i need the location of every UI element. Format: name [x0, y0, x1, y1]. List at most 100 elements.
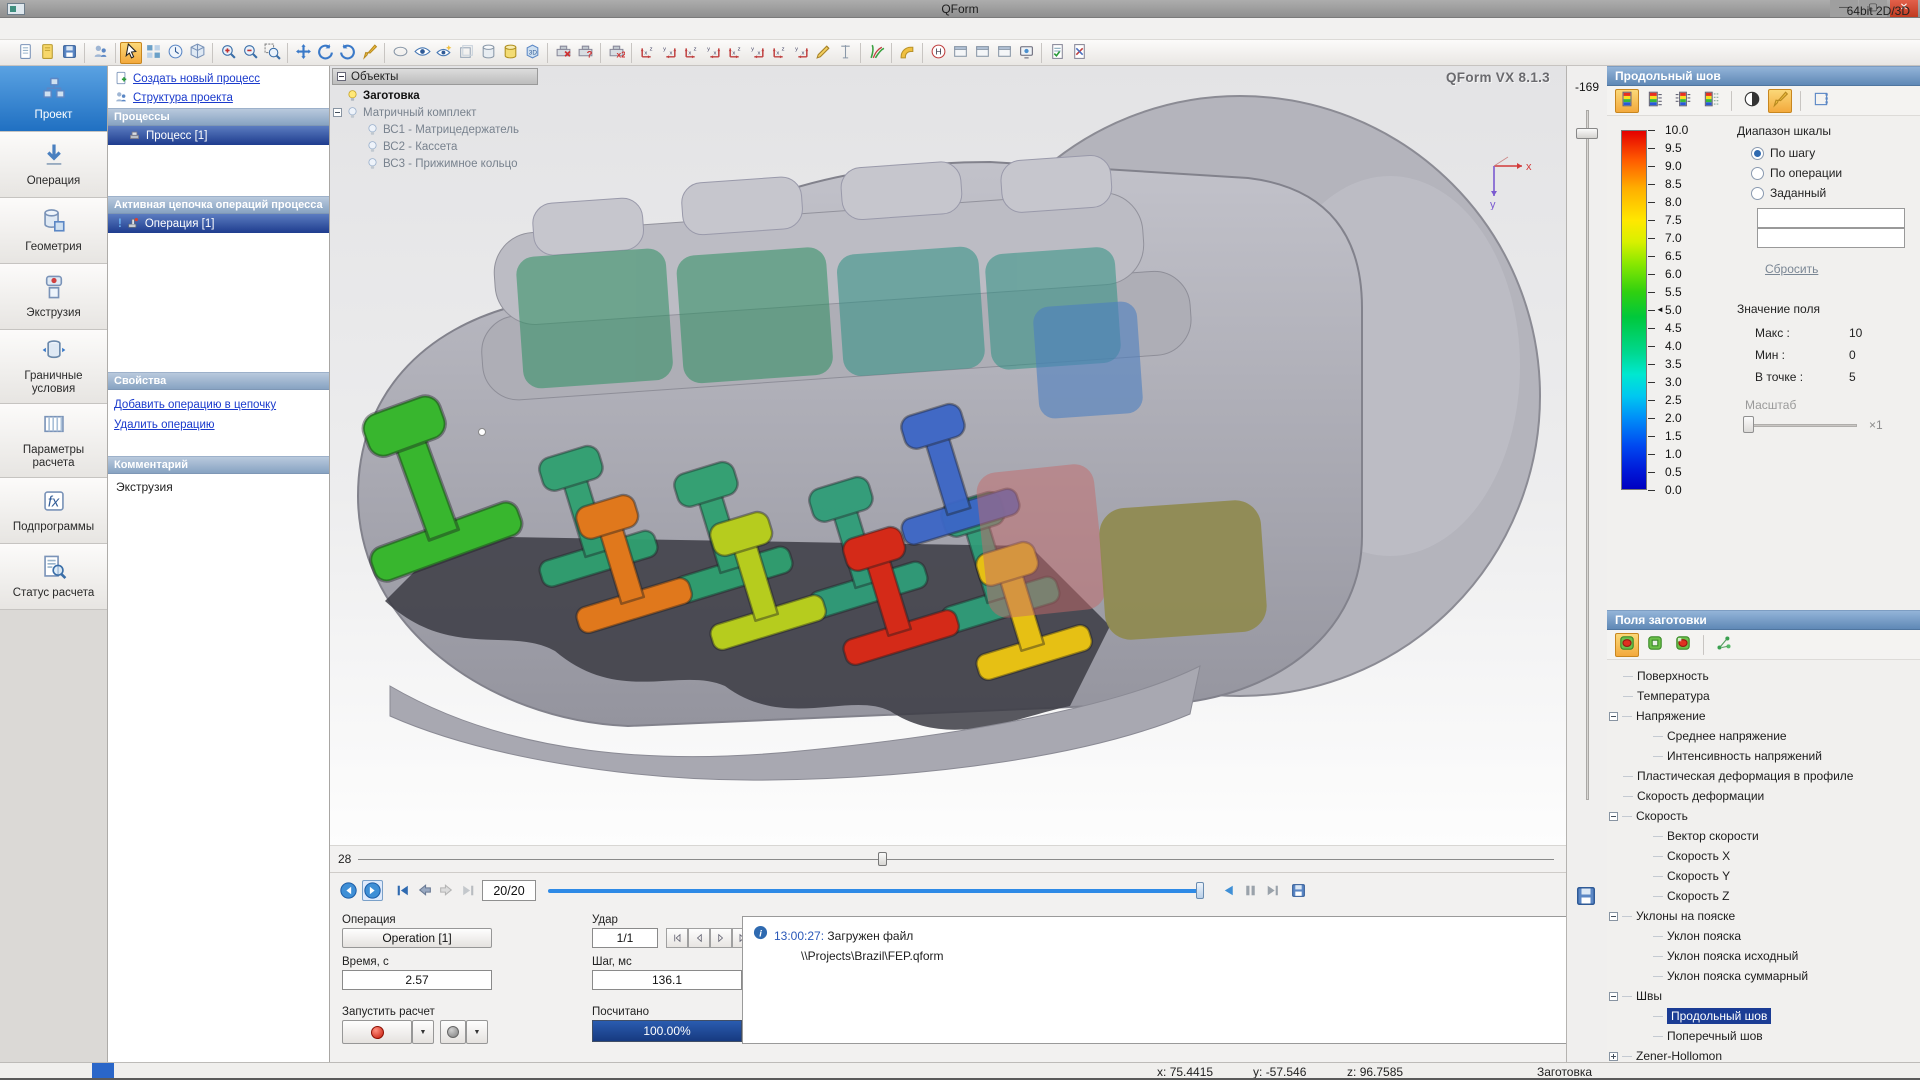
fields-tree-item[interactable]: Швы — [1607, 986, 1920, 1006]
last-frame-button[interactable] — [458, 880, 479, 901]
fields-tree-item[interactable]: Температура — [1607, 686, 1920, 706]
objects-tree-item[interactable]: Матричный комплект — [332, 104, 538, 121]
fields-tree-item[interactable]: Уклон пояска — [1607, 926, 1920, 946]
sidebar-item[interactable]: Граничные условия — [0, 330, 107, 404]
clip-plane-track[interactable] — [1586, 110, 1589, 800]
fields-tree-item[interactable]: Скорость Y — [1607, 866, 1920, 886]
start-simulation-button[interactable] — [342, 1020, 412, 1044]
show-objects[interactable] — [411, 42, 433, 64]
show-all[interactable] — [433, 42, 455, 64]
field-on-both[interactable] — [1671, 633, 1695, 657]
view-plane-zx[interactable]: zx — [636, 42, 658, 64]
fields-tree-item[interactable]: Уклоны на пояске — [1607, 906, 1920, 926]
bulbDim-icon[interactable] — [366, 140, 379, 153]
clip-region[interactable] — [1809, 89, 1833, 113]
menu-item[interactable] — [114, 26, 132, 32]
comment-text[interactable]: Экструзия — [108, 474, 329, 500]
field-on-source[interactable] — [1643, 633, 1667, 657]
fields-tree-item[interactable]: Продольный шов — [1607, 1006, 1920, 1026]
titlebar[interactable]: QForm — ▢ ✕ — [0, 0, 1920, 18]
show-tools[interactable] — [477, 42, 499, 64]
zoom-in[interactable] — [217, 42, 239, 64]
step-field[interactable]: 136.1 — [592, 970, 742, 990]
menu-item[interactable] — [60, 26, 78, 32]
save-view-button[interactable] — [1574, 884, 1600, 910]
manipulator[interactable] — [142, 42, 164, 64]
view-plane-kx[interactable]: zx — [768, 42, 790, 64]
view-plane-xz[interactable]: yx — [658, 42, 680, 64]
fields-tree-item[interactable]: Скорость деформации — [1607, 786, 1920, 806]
vector-scale-handle[interactable] — [1743, 416, 1754, 433]
sidebar-item[interactable]: fx Подпрограммы — [0, 478, 107, 544]
fields-tree-item[interactable]: Напряжение — [1607, 706, 1920, 726]
operation-select-button[interactable]: Operation [1] — [342, 928, 492, 948]
next-record-button[interactable] — [362, 880, 383, 901]
process-item[interactable]: Процесс [1] — [108, 126, 329, 145]
fields-tree-item[interactable]: Уклон пояска суммарный — [1607, 966, 1920, 986]
layout-single[interactable] — [949, 42, 971, 64]
fields-tree-item[interactable]: Скорость X — [1607, 846, 1920, 866]
scale-min-input[interactable] — [1757, 228, 1905, 248]
sidebar-item[interactable]: Проект — [0, 66, 107, 132]
viewport-3d[interactable]: Объекты Заготовка Матричный комплект — [330, 66, 1566, 845]
objects-tree-item[interactable]: Заготовка — [332, 87, 538, 104]
add-operation-link[interactable]: Добавить операцию в цепочку — [114, 399, 276, 411]
scale-style-grid[interactable] — [1699, 89, 1723, 113]
tool-mirror[interactable]: x2 — [605, 42, 627, 64]
tool-query[interactable]: ? — [574, 42, 596, 64]
menu-item[interactable] — [24, 26, 42, 32]
scale-style-solid[interactable] — [1615, 89, 1639, 113]
project-structure-link[interactable]: Структура проекта — [133, 92, 233, 104]
vector-scale-track[interactable] — [1747, 424, 1857, 427]
zoom-out[interactable] — [239, 42, 261, 64]
expander-icon[interactable] — [333, 108, 342, 117]
pause-button[interactable] — [1240, 880, 1261, 901]
menu-item[interactable] — [96, 26, 114, 32]
menu-item[interactable] — [6, 26, 24, 32]
sidebar-item[interactable]: Параметры расчета — [0, 404, 107, 478]
contrast-mode[interactable] — [1740, 89, 1764, 113]
sidebar-item[interactable]: Экструзия — [0, 264, 107, 330]
delete-operation-link[interactable]: Удалить операцию — [114, 419, 215, 431]
view-plane-zy[interactable]: yx — [702, 42, 724, 64]
radio-custom[interactable]: Заданный — [1751, 186, 1826, 200]
view-plane-xy[interactable]: zx — [724, 42, 746, 64]
sidebar-item[interactable]: Геометрия — [0, 198, 107, 264]
stop-simulation-dropdown[interactable]: ▼ — [466, 1020, 488, 1044]
blow-next-button[interactable] — [710, 928, 732, 948]
playback-slider-handle[interactable] — [1196, 882, 1204, 899]
objects-tree-header[interactable]: Объекты — [332, 68, 538, 85]
bulbDim-icon[interactable] — [346, 106, 359, 119]
rotate-ccw[interactable] — [314, 42, 336, 64]
pick-step[interactable] — [164, 42, 186, 64]
layout-four[interactable] — [993, 42, 1015, 64]
expander-icon[interactable] — [1609, 712, 1618, 721]
sidebar-item[interactable]: Статус расчета — [0, 544, 107, 610]
select-cursor[interactable] — [120, 42, 142, 64]
open-project[interactable] — [36, 42, 58, 64]
reset-link[interactable]: Сбросить — [1765, 262, 1818, 276]
bulbDim-icon[interactable] — [366, 123, 379, 136]
stop-simulation-button[interactable] — [440, 1020, 466, 1044]
fullscreen[interactable] — [1015, 42, 1037, 64]
blow-field[interactable]: 1/1 — [592, 928, 658, 948]
radio-by-step[interactable]: По шагу — [1751, 146, 1815, 160]
play-backward-button[interactable] — [1218, 880, 1239, 901]
menu-item[interactable] — [42, 26, 60, 32]
expander-icon[interactable] — [1609, 1052, 1618, 1061]
time-field[interactable]: 2.57 — [342, 970, 492, 990]
view-plane-ky[interactable]: yx — [790, 42, 812, 64]
highlight-brush[interactable] — [358, 42, 380, 64]
radio-by-operation[interactable]: По операции — [1751, 166, 1842, 180]
view-plane-yx[interactable]: yx — [746, 42, 768, 64]
timeline-track[interactable] — [358, 859, 1554, 860]
fields-tree-item[interactable]: Пластическая деформация в профиле — [1607, 766, 1920, 786]
fields-tree-item[interactable]: Интенсивность напряжений — [1607, 746, 1920, 766]
create-process-link[interactable]: Создать новый процесс — [133, 73, 260, 85]
trace-lines[interactable] — [865, 42, 887, 64]
measure[interactable] — [812, 42, 834, 64]
objects-tree-item[interactable]: ВС3 - Прижимное кольцо — [332, 155, 538, 172]
new-document[interactable] — [14, 42, 36, 64]
menu-item[interactable] — [78, 26, 96, 32]
show-workpiece[interactable] — [499, 42, 521, 64]
